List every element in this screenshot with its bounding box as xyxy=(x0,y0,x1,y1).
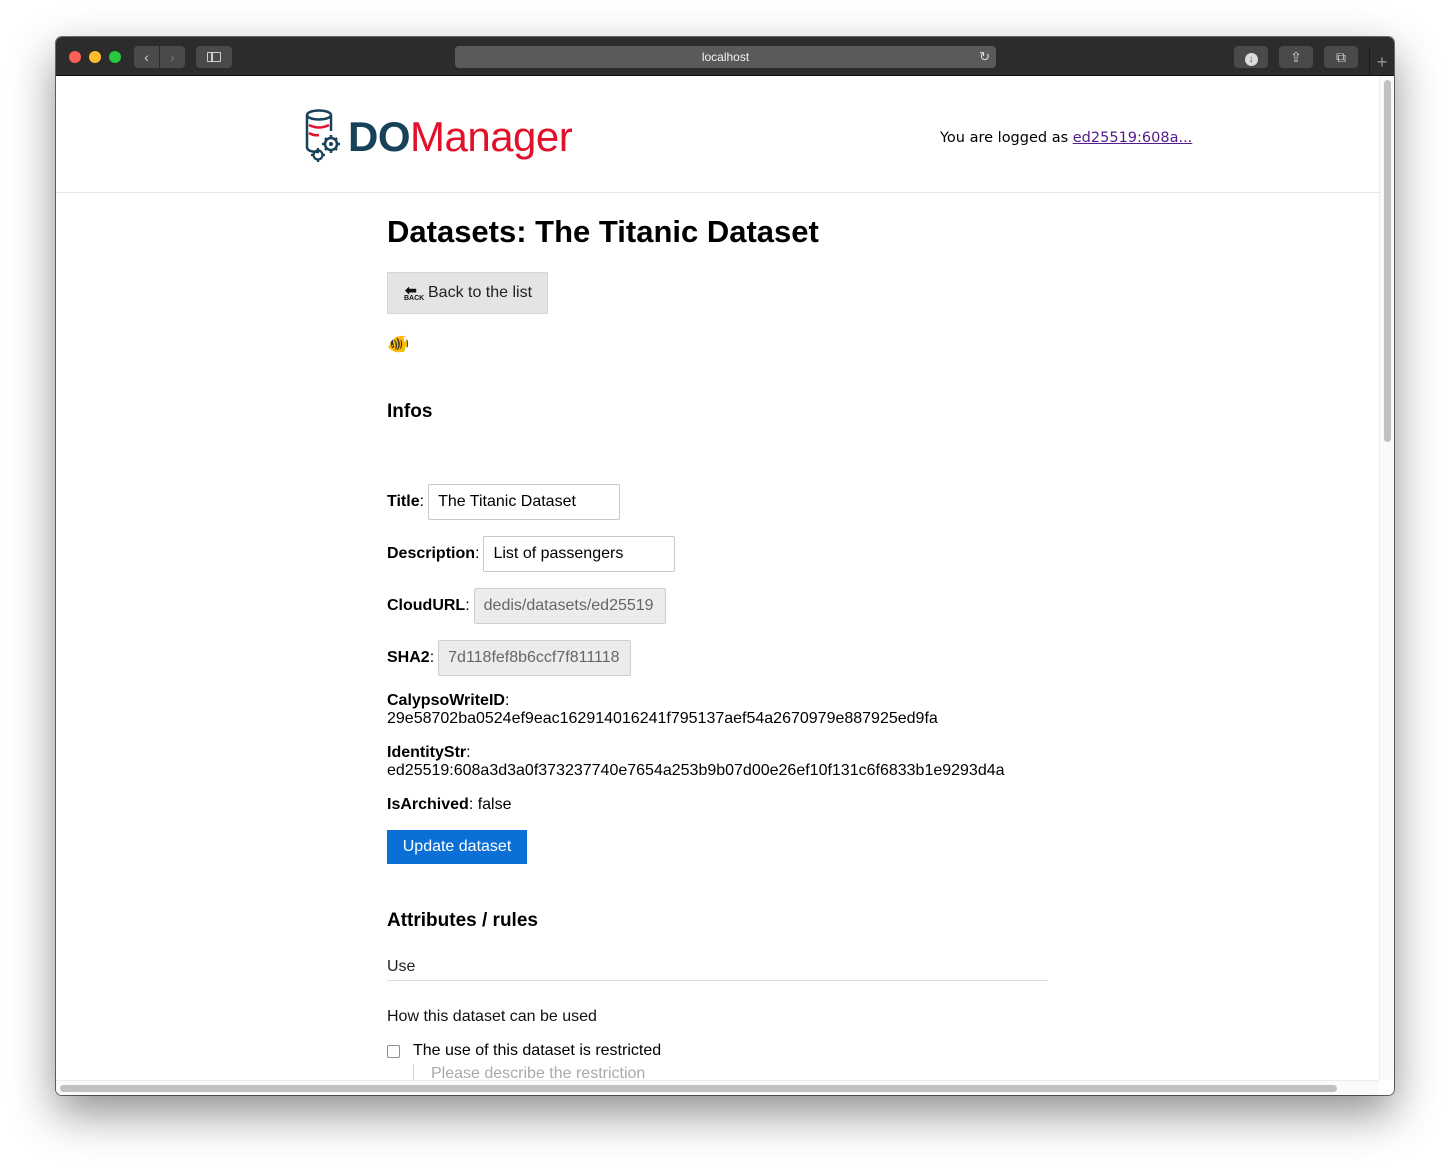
use-description: How this dataset can be used xyxy=(387,1008,597,1025)
title-label: Title: xyxy=(387,493,425,510)
tabs-icon: ⧉ xyxy=(1336,49,1346,65)
restricted-option[interactable]: The use of this dataset is restricted xyxy=(387,1042,661,1060)
page-title: Datasets: The Titanic Dataset xyxy=(387,214,819,249)
cloudurl-label: CloudURL: xyxy=(387,597,470,614)
share-button[interactable]: ⇪ xyxy=(1279,46,1313,68)
download-icon: ↓ xyxy=(1244,53,1258,66)
horizontal-scrollbar[interactable] xyxy=(56,1080,1379,1095)
chevron-right-icon: › xyxy=(170,49,175,65)
cloudurl-field-row: CloudURL: xyxy=(387,588,666,624)
title-input[interactable] xyxy=(428,484,621,520)
back-to-list-label: Back to the list xyxy=(428,284,533,301)
chevron-left-icon: ‹ xyxy=(144,49,149,65)
database-gear-logo-icon xyxy=(305,109,340,162)
login-status: You are logged as ed25519:608a... xyxy=(940,130,1192,146)
title-field-row: Title: xyxy=(387,484,621,520)
login-prefix: You are logged as xyxy=(940,130,1073,146)
identity-value: ed25519:608a3d3a0f373237740e7654a253b9b0… xyxy=(387,762,1005,779)
address-bar-url: localhost xyxy=(701,50,750,64)
identity-label: IdentityStr xyxy=(387,744,467,761)
new-tab-button[interactable]: + xyxy=(1369,49,1394,76)
downloads-button[interactable]: ↓ xyxy=(1234,46,1268,68)
reload-icon[interactable]: ↻ xyxy=(979,46,990,68)
sha2-field-row: SHA2: xyxy=(387,640,632,676)
calypso-label: CalypsoWriteID xyxy=(387,692,505,709)
horizontal-scroll-thumb[interactable] xyxy=(60,1085,1337,1092)
back-nav-button[interactable]: ‹ xyxy=(134,46,159,68)
infos-heading: Infos xyxy=(387,401,433,422)
archived-value: false xyxy=(477,796,512,813)
archived-label: IsArchived xyxy=(387,796,469,813)
page-viewport: DOManager You are logged as ed25519:608a… xyxy=(56,76,1394,1095)
zoom-window-button[interactable] xyxy=(109,51,121,63)
site-header: DOManager You are logged as ed25519:608a… xyxy=(56,76,1379,193)
tab-use-label: Use xyxy=(387,958,416,975)
calypso-value: 29e58702ba0524ef9eac162914016241f795137a… xyxy=(387,710,938,727)
forward-nav-button[interactable]: › xyxy=(160,46,185,68)
logo-manager-text: Manager xyxy=(410,113,573,160)
user-identity-link[interactable]: ed25519:608a... xyxy=(1073,130,1193,146)
identity-str: IdentityStr: ed25519:608a3d3a0f373237740… xyxy=(387,744,1005,779)
vertical-scroll-thumb[interactable] xyxy=(1384,80,1391,442)
vertical-scrollbar[interactable] xyxy=(1379,76,1394,1080)
is-archived: IsArchived: false xyxy=(387,796,512,813)
back-icon-label: BACK xyxy=(404,295,425,302)
sha2-label: SHA2: xyxy=(387,649,435,666)
back-arrow-icon: ⬅ BACK xyxy=(404,282,425,302)
close-window-button[interactable] xyxy=(69,51,81,63)
cloudurl-input[interactable] xyxy=(473,588,666,624)
browser-toolbar: ‹ › localhost ↻ ↓ ⇪ ⧉ + xyxy=(56,37,1394,76)
description-input[interactable] xyxy=(483,536,676,572)
site-logo[interactable]: DOManager xyxy=(348,113,573,160)
show-tabs-button[interactable]: ⧉ xyxy=(1324,46,1358,68)
share-icon: ⇪ xyxy=(1290,49,1302,65)
description-label: Description: xyxy=(387,545,480,562)
plus-icon: + xyxy=(1376,52,1388,72)
description-field-row: Description: xyxy=(387,536,676,572)
sha2-input[interactable] xyxy=(438,640,632,676)
back-to-list-button[interactable]: ⬅ BACK Back to the list xyxy=(387,272,548,314)
tab-use[interactable]: Use xyxy=(387,958,1048,981)
update-dataset-button[interactable]: Update dataset xyxy=(387,830,527,864)
fish-icon: 🐠 xyxy=(387,334,410,354)
browser-window: ‹ › localhost ↻ ↓ ⇪ ⧉ + DOManager You ar… xyxy=(56,37,1394,1095)
sidebar-toggle-button[interactable] xyxy=(196,46,232,68)
minimize-window-button[interactable] xyxy=(89,51,101,63)
attributes-heading: Attributes / rules xyxy=(387,910,538,931)
logo-do-text: DO xyxy=(348,113,411,160)
calypso-write-id: CalypsoWriteID: 29e58702ba0524ef9eac1629… xyxy=(387,692,938,727)
sidebar-icon xyxy=(207,52,221,62)
address-bar[interactable]: localhost ↻ xyxy=(455,46,996,68)
restricted-label: The use of this dataset is restricted xyxy=(413,1042,662,1059)
restricted-checkbox[interactable] xyxy=(387,1044,400,1058)
